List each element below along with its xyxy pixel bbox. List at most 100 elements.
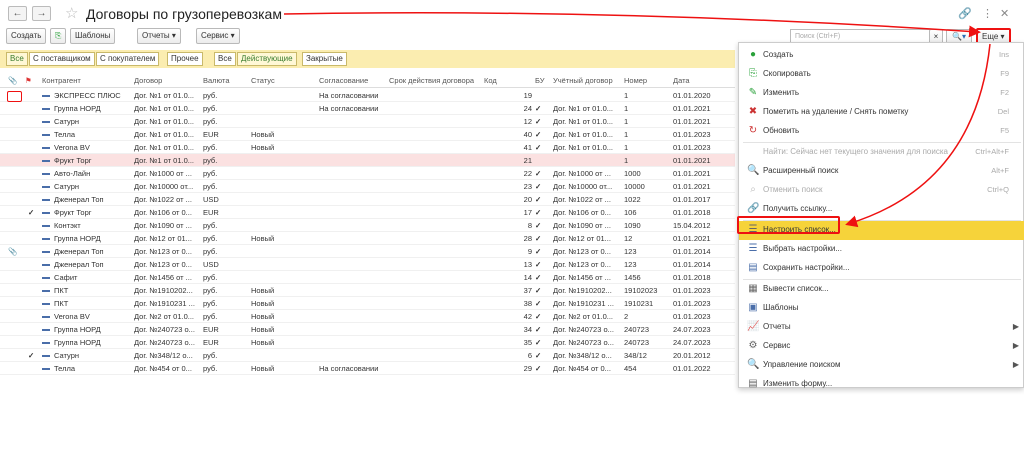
link-icon[interactable]: 🔗 (958, 7, 972, 20)
cell-code: 37 (523, 286, 532, 295)
menu-item-3[interactable]: ✖ Пометить на удаление / Снять пометку Del (739, 103, 1024, 122)
table-row[interactable]: Фрукт Торг Дог. №1 от 01.0... руб. 21 1 01.01… (0, 154, 735, 167)
create-button[interactable]: Создать (6, 28, 47, 44)
table-row[interactable]: Телла Дог. №1 от 01.0... EUR Новый 40 ✓ Дог. №… (0, 128, 735, 141)
table-row[interactable]: Группа НОРД Дог. №12 от 01... руб. Новый 28 ✓… (0, 232, 735, 245)
cell-contract: Дог. №1910202... (134, 286, 193, 295)
menu-item-4[interactable]: ↻ Обновить F5 (739, 122, 1024, 141)
col-code[interactable]: Код (484, 76, 497, 85)
filter-active[interactable]: Действующие (237, 52, 297, 66)
col-date[interactable]: Дата (673, 76, 690, 85)
cell-contract: Дог. №1090 от ... (134, 221, 192, 230)
col-number[interactable]: Номер (624, 76, 647, 85)
close-icon[interactable]: ✕ (1000, 7, 1009, 20)
cell-status: Новый (251, 312, 275, 321)
menu-item-label: Пометить на удаление / Снять пометку (763, 107, 909, 116)
menu-item-label: Шаблоны (763, 303, 799, 312)
menu-item-13[interactable]: ▣ Шаблоны (739, 299, 1024, 318)
menu-item-1[interactable]: ⎘ Скопировать F9 (739, 65, 1024, 84)
counterparty-text: Телла (54, 364, 76, 373)
menu-item-2[interactable]: ✎ Изменить F2 (739, 84, 1024, 103)
service-button[interactable]: Сервис ▾ (196, 28, 240, 44)
forward-button[interactable]: → (32, 6, 51, 21)
cell-date: 01.01.2021 (673, 234, 711, 243)
table-row[interactable]: ПКТ Дог. №1910202... руб. Новый 37 ✓ Дог. №191… (0, 284, 735, 297)
col-validity[interactable]: Срок действия договора (389, 76, 474, 85)
cell-num: 1000 (624, 169, 641, 178)
table-row[interactable]: ПКТ Дог. №1910231 ... руб. Новый 38 ✓ Дог. №19… (0, 297, 735, 310)
catalog-item-icon (42, 316, 50, 319)
table-row[interactable]: Verona BV Дог. №1 от 01.0... руб. Новый 41 ✓ Д… (0, 141, 735, 154)
filter-closed[interactable]: Закрытые (302, 52, 347, 66)
table-row[interactable]: Сатурн Дог. №10000 от... руб. 23 ✓ Дог. №1000… (0, 180, 735, 193)
cell-code: 38 (523, 299, 532, 308)
cell-num: 1 (624, 117, 629, 126)
cell-bu: ✓ (535, 221, 542, 230)
cell-counterparty: Группа НОРД (42, 325, 132, 334)
col-currency[interactable]: Валюта (203, 76, 230, 85)
cell-bu: ✓ (535, 234, 542, 243)
table-row[interactable]: ЭКСПРЕСС ПЛЮС Дог. №1 от 01.0... руб. На со… (0, 89, 735, 102)
menu-item-0[interactable]: ● Создать Ins (739, 46, 1024, 65)
favorite-star-icon[interactable]: ☆ (65, 4, 78, 22)
reports-button[interactable]: Отчеты ▾ (137, 28, 181, 44)
table-row[interactable]: Телла Дог. №454 от 0... руб. Новый На соглас… (0, 362, 735, 375)
table-row[interactable]: 📎 Дженерал Топ Дог. №123 от 0... руб. 9 ✓ Дог.… (0, 245, 735, 258)
menu-item-6[interactable]: 🔍 Расширенный поиск Alt+F (739, 162, 1024, 181)
filter-supplier[interactable]: С поставщиком (29, 52, 95, 66)
menu-item-17[interactable]: ▤ Изменить форму... (739, 375, 1024, 394)
cell-date: 01.01.2014 (673, 260, 711, 269)
table-row[interactable]: Группа НОРД Дог. №1 от 01.0... руб. На согл… (0, 102, 735, 115)
table-row[interactable]: Группа НОРД Дог. №240723 о... EUR Новый 35 ✓ Д… (0, 336, 735, 349)
table-row[interactable]: Сатурн Дог. №1 от 01.0... руб. 12 ✓ Дог. №1 о… (0, 115, 735, 128)
table-row[interactable]: ✓ Фрукт Торг Дог. №106 от 0... EUR 17 ✓ Дог. №… (0, 206, 735, 219)
col-contract[interactable]: Договор (134, 76, 162, 85)
menu-item-12[interactable]: ▦ Вывести список... (739, 280, 1024, 299)
more-vertical-icon[interactable]: ⋮ (982, 7, 993, 20)
table-row[interactable]: Авто-Лайн Дог. №1000 от ... руб. 22 ✓ Дог. №1… (0, 167, 735, 180)
cell-num: 1 (624, 130, 629, 139)
col-approval[interactable]: Согласование (319, 76, 368, 85)
menu-item-label: Расширенный поиск (763, 166, 839, 175)
col-counterparty[interactable]: Контрагент (42, 76, 81, 85)
table-row[interactable]: Дженерал Топ Дог. №1022 от ... USD 20 ✓ Дог. … (0, 193, 735, 206)
menu-item-label: Скопировать (763, 69, 811, 78)
menu-item-16[interactable]: 🔍 Управление поиском ▶ (739, 356, 1024, 375)
filter-buyer[interactable]: С покупателем (96, 52, 160, 66)
filter-all-1[interactable]: Все (6, 52, 28, 66)
cell-bu: ✓ (535, 364, 542, 373)
change-form-icon: ▤ (748, 378, 758, 389)
cell-bu: ✓ (535, 351, 542, 360)
attachment-header-icon: 📎 (8, 76, 18, 85)
menu-item-11[interactable]: ▤ Сохранить настройки... (739, 259, 1024, 278)
back-button[interactable]: ← (8, 6, 27, 21)
cell-currency: руб. (203, 273, 218, 282)
cell-num: 10000 (624, 182, 645, 191)
col-bu[interactable]: БУ (535, 76, 545, 85)
catalog-item-icon (42, 173, 50, 176)
copy-icon[interactable]: ⎘ (50, 28, 66, 44)
menu-item-10[interactable]: ☰ Выбрать настройки... (739, 240, 1024, 259)
menu-item-7: ⌕ Отменить поиск Ctrl+Q (739, 181, 1024, 200)
col-status[interactable]: Статус (251, 76, 275, 85)
cell-currency: руб. (203, 286, 218, 295)
col-acc-contract[interactable]: Учётный договор (553, 76, 613, 85)
menu-item-15[interactable]: ⚙ Сервис ▶ (739, 337, 1024, 356)
cell-bu: ✓ (535, 143, 542, 152)
templates-button[interactable]: Шаблоны (70, 28, 116, 44)
filter-bar: Все С поставщиком С покупателем Прочее В… (0, 50, 735, 68)
table-row[interactable]: Сафит Дог. №1456 от ... руб. 14 ✓ Дог. №1456 … (0, 271, 735, 284)
table-row[interactable]: ✓ Сатурн Дог. №348/12 о... руб. 6 ✓ Дог. №348/… (0, 349, 735, 362)
menu-item-14[interactable]: 📈 Отчеты ▶ (739, 318, 1024, 337)
cell-bu: ✓ (535, 195, 542, 204)
table-row[interactable]: Контэкт Дог. №1090 от ... руб. 8 ✓ Дог. №1090… (0, 219, 735, 232)
table-row[interactable]: Verona BV Дог. №2 от 01.0... руб. Новый 42 ✓ Д… (0, 310, 735, 323)
cell-counterparty: Дженерал Топ (42, 195, 132, 204)
cell-acc: Дог. №1 от 01.0... (553, 117, 613, 126)
table-row[interactable]: Дженерал Топ Дог. №123 от 0... USD 13 ✓ Дог. … (0, 258, 735, 271)
table-row[interactable]: Группа НОРД Дог. №240723 о... EUR Новый 34 ✓ Д… (0, 323, 735, 336)
filter-all-2[interactable]: Все (214, 52, 236, 66)
filter-other[interactable]: Прочее (167, 52, 203, 66)
menu-item-label: Обновить (763, 126, 800, 135)
cell-counterparty: Сатурн (42, 182, 132, 191)
